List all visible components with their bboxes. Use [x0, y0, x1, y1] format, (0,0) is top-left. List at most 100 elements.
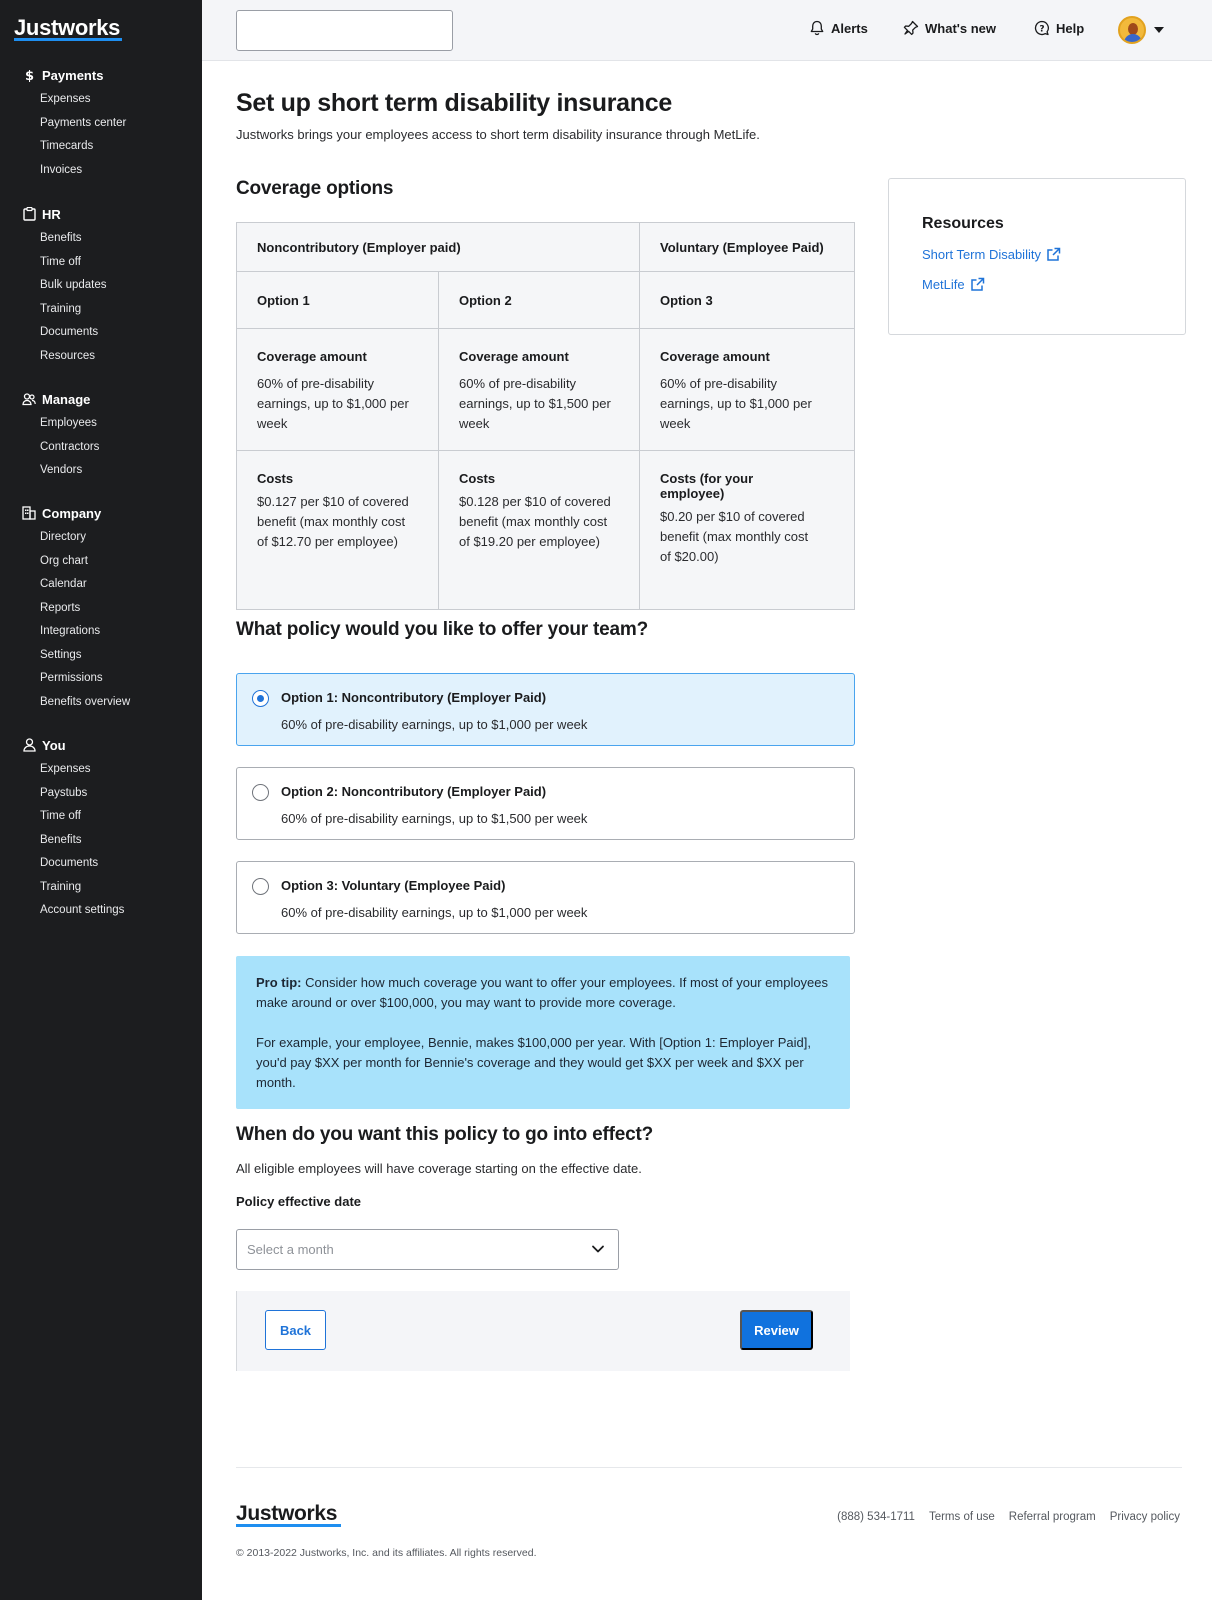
radio-button[interactable] — [252, 878, 269, 895]
table-cell-costs-2: Costs $0.128 per $10 of covered benefit … — [439, 451, 640, 609]
effective-date-heading: When do you want this policy to go into … — [236, 1124, 654, 1145]
nav-head-manage[interactable]: Manage — [0, 388, 202, 410]
table-cell-coverage-1: Coverage amount 60% of pre-disability ea… — [237, 329, 439, 451]
sidebar-item-expenses[interactable]: Expenses — [0, 88, 202, 112]
sidebar-item-training[interactable]: Training — [0, 298, 202, 322]
sidebar-item-benefits[interactable]: Benefits — [0, 227, 202, 251]
coverage-options-heading: Coverage options — [236, 178, 394, 199]
footer-terms-link[interactable]: Terms of use — [929, 1511, 995, 1523]
sidebar-item-payments-center[interactable]: Payments center — [0, 112, 202, 136]
sidebar-item-paystubs[interactable]: Paystubs — [0, 782, 202, 806]
sidebar-item-integrations[interactable]: Integrations — [0, 620, 202, 644]
table-cell-option-3: Option 3 — [640, 272, 854, 329]
footer-privacy-link[interactable]: Privacy policy — [1110, 1511, 1180, 1523]
whats-new-link[interactable]: What's new — [903, 20, 996, 36]
sidebar-item-employees[interactable]: Employees — [0, 412, 202, 436]
policy-question-heading: What policy would you like to offer your… — [236, 619, 649, 640]
sidebar-item-you-training[interactable]: Training — [0, 876, 202, 900]
nav-section-you: You Expenses Paystubs Time off Benefits … — [0, 734, 202, 923]
footer-links: (888) 534-1711 Terms of use Referral pro… — [837, 1511, 1180, 1523]
metlife-link[interactable]: MetLife — [922, 277, 985, 292]
sidebar-item-contractors[interactable]: Contractors — [0, 436, 202, 460]
pro-tip-example: For example, your employee, Bennie, make… — [256, 1035, 811, 1090]
help-link[interactable]: ? Help — [1034, 20, 1084, 36]
coverage-table: Noncontributory (Employer paid) Voluntar… — [236, 222, 855, 610]
option-description: 60% of pre-disability earnings, up to $1… — [281, 717, 588, 732]
alerts-link[interactable]: Alerts — [809, 20, 868, 36]
table-header-voluntary: Voluntary (Employee Paid) — [640, 223, 854, 272]
nav-section-company: Company Directory Org chart Calendar Rep… — [0, 502, 202, 714]
avatar[interactable] — [1118, 16, 1146, 44]
sidebar-item-bulk-updates[interactable]: Bulk updates — [0, 274, 202, 298]
search-input[interactable] — [236, 10, 453, 51]
sidebar-item-settings[interactable]: Settings — [0, 644, 202, 668]
select-placeholder: Select a month — [247, 1242, 334, 1257]
policy-option-2[interactable]: Option 2: Noncontributory (Employer Paid… — [236, 767, 855, 840]
coverage-text: 60% of pre-disability earnings, up to $1… — [459, 376, 611, 431]
option-description: 60% of pre-disability earnings, up to $1… — [281, 905, 588, 920]
building-icon — [22, 506, 36, 520]
dollar-icon: $ — [22, 68, 36, 82]
nav-head-you[interactable]: You — [0, 734, 202, 756]
svg-text:?: ? — [1039, 25, 1044, 35]
sidebar-item-account-settings[interactable]: Account settings — [0, 899, 202, 923]
sidebar-item-time-off[interactable]: Time off — [0, 251, 202, 275]
sidebar-item-benefits-overview[interactable]: Benefits overview — [0, 691, 202, 715]
policy-option-1[interactable]: Option 1: Noncontributory (Employer Paid… — [236, 673, 855, 746]
sidebar-item-you-documents[interactable]: Documents — [0, 852, 202, 876]
page-subtitle: Justworks brings your employees access t… — [236, 127, 760, 142]
pro-tip-label: Pro tip: — [256, 975, 302, 990]
nav-head-label: You — [42, 737, 66, 753]
sidebar-item-calendar[interactable]: Calendar — [0, 573, 202, 597]
sidebar-item-timecards[interactable]: Timecards — [0, 135, 202, 159]
table-cell-coverage-2: Coverage amount 60% of pre-disability ea… — [439, 329, 640, 451]
nav-section-manage: Manage Employees Contractors Vendors — [0, 388, 202, 483]
nav-head-label: Payments — [42, 67, 104, 83]
sidebar-item-you-time-off[interactable]: Time off — [0, 805, 202, 829]
nav-head-company[interactable]: Company — [0, 502, 202, 524]
table-cell-option-1: Option 1 — [237, 272, 439, 329]
logo-underline — [14, 38, 122, 41]
footer-phone-link[interactable]: (888) 534-1711 — [837, 1511, 915, 1523]
sidebar-item-you-expenses[interactable]: Expenses — [0, 758, 202, 782]
external-link-icon — [1047, 247, 1061, 261]
table-cell-costs-3: Costs (for your employee) $0.20 per $10 … — [640, 451, 854, 609]
review-button[interactable]: Review — [740, 1310, 813, 1350]
sidebar-item-org-chart[interactable]: Org chart — [0, 550, 202, 574]
sidebar-item-you-benefits[interactable]: Benefits — [0, 829, 202, 853]
pin-icon — [903, 20, 919, 36]
costs-text: $0.20 per $10 of covered benefit (max mo… — [660, 509, 809, 564]
chevron-down-icon[interactable] — [1154, 27, 1164, 33]
table-cell-costs-1: Costs $0.127 per $10 of covered benefit … — [237, 451, 439, 609]
sidebar-item-permissions[interactable]: Permissions — [0, 667, 202, 691]
footer-divider — [236, 1467, 1182, 1468]
effective-date-subtitle: All eligible employees will have coverag… — [236, 1161, 642, 1176]
option-name: Option 1 — [257, 292, 310, 308]
month-select[interactable]: Select a month — [236, 1229, 619, 1270]
sidebar-item-directory[interactable]: Directory — [0, 526, 202, 550]
footer-referral-link[interactable]: Referral program — [1009, 1511, 1096, 1523]
avatar-body — [1124, 34, 1142, 42]
radio-button[interactable] — [252, 690, 269, 707]
alerts-label: Alerts — [831, 20, 868, 36]
radio-button[interactable] — [252, 784, 269, 801]
pro-tip-paragraph: Pro tip: Consider how much coverage you … — [256, 973, 830, 1013]
sidebar-item-vendors[interactable]: Vendors — [0, 459, 202, 483]
whats-new-label: What's new — [925, 20, 996, 36]
policy-option-3[interactable]: Option 3: Voluntary (Employee Paid) 60% … — [236, 861, 855, 934]
page-title: Set up short term disability insurance — [236, 89, 672, 117]
short-term-disability-link[interactable]: Short Term Disability — [922, 247, 1061, 262]
footer-logo[interactable]: Justworks — [236, 1502, 337, 1526]
help-icon: ? — [1034, 20, 1049, 36]
nav-head-payments[interactable]: $ Payments — [0, 64, 202, 86]
option-title: Option 3: Voluntary (Employee Paid) — [281, 878, 506, 893]
back-button[interactable]: Back — [265, 1310, 326, 1350]
sidebar-item-reports[interactable]: Reports — [0, 597, 202, 621]
link-label: MetLife — [922, 277, 965, 292]
sidebar-item-invoices[interactable]: Invoices — [0, 159, 202, 183]
sidebar-item-resources[interactable]: Resources — [0, 345, 202, 369]
sidebar-item-documents[interactable]: Documents — [0, 321, 202, 345]
nav-head-hr[interactable]: HR — [0, 203, 202, 225]
table-header-noncontributory: Noncontributory (Employer paid) — [237, 223, 640, 272]
costs-text: $0.127 per $10 of covered benefit (max m… — [257, 494, 409, 549]
